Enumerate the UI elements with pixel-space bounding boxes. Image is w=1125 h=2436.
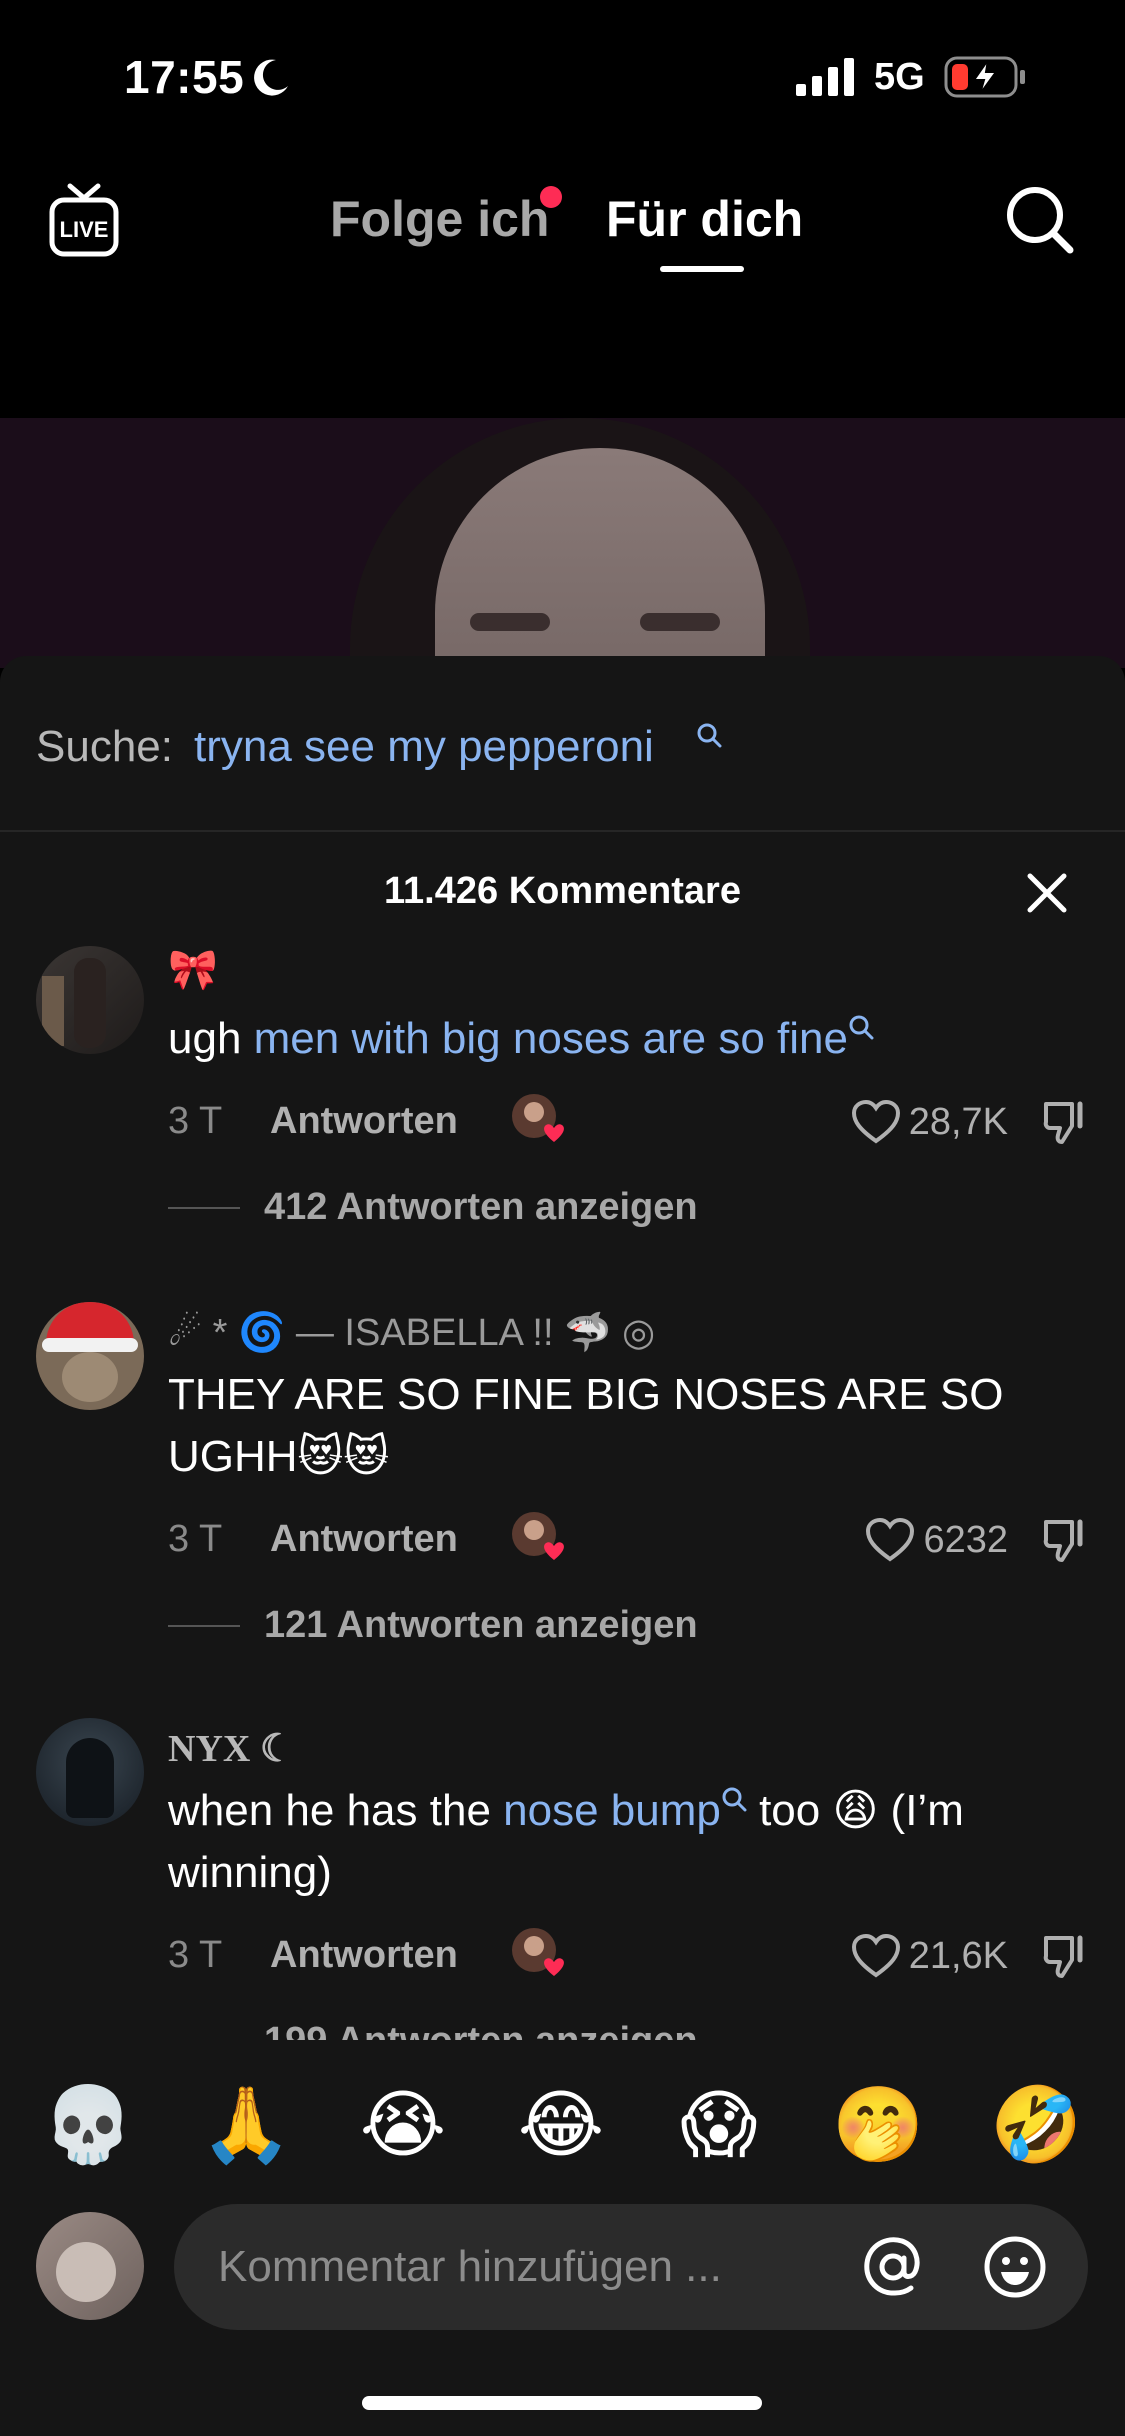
comment-input[interactable] (218, 2204, 818, 2330)
view-replies-button[interactable]: 412 Antworten anzeigen (168, 1182, 868, 1232)
heart-icon (866, 1517, 915, 1562)
comment-text-part: when he has the (168, 1786, 504, 1835)
divider-line (168, 1207, 240, 1209)
emoji-loudly-crying[interactable]: 😭 (358, 2080, 448, 2170)
battery-low-charging-icon (944, 56, 1025, 98)
comment-text-part: THEY ARE SO FINE BIG NOSES ARE SO UGHH😻😻 (168, 1370, 1004, 1481)
comment-text: ugh men with big noses are so fine (168, 1008, 1068, 1070)
comment-time: 3 T (168, 1934, 223, 1976)
comments-count: 11.426 Kommentare (384, 870, 741, 912)
creator-liked-icon (512, 1512, 564, 1560)
view-replies-button[interactable]: 121 Antworten anzeigen (168, 1600, 868, 1650)
like-button[interactable]: 6232 (865, 1516, 1008, 1564)
like-count: 6232 (923, 1518, 1008, 1561)
search-mini-icon (849, 1015, 874, 1040)
emoji-hand-over-mouth[interactable]: 🤭 (832, 2080, 924, 2170)
search-suggestion-prefix: Suche: (36, 722, 173, 771)
comment-username[interactable]: ☄ * 🌀 — ISABELLA !! 🦈 ◎ (168, 1310, 655, 1355)
avatar[interactable] (36, 1302, 144, 1410)
reply-button[interactable]: Antworten (270, 1518, 458, 1561)
moon-icon (254, 59, 288, 96)
dislike-icon[interactable] (1040, 1932, 1088, 1980)
comment-meta: 3 T Antworten 21,6K (168, 1926, 1088, 1986)
video-preview[interactable] (0, 418, 1125, 668)
top-navigation: LIVE Folge ich Für dich (0, 150, 1125, 420)
emoji-screaming[interactable]: 😱 (674, 2080, 764, 2170)
creator-liked-icon (512, 1094, 564, 1142)
network-label: 5G (874, 56, 925, 98)
search-suggestion-term[interactable]: tryna see my pepperoni (194, 722, 654, 772)
divider-line (168, 1625, 240, 1627)
view-replies-label: 121 Antworten anzeigen (264, 1604, 698, 1646)
search-icon[interactable] (1004, 184, 1076, 256)
like-count: 21,6K (908, 1934, 1008, 1977)
comment-text-part: ugh (168, 1014, 254, 1063)
status-bar: 17:55 5G (0, 0, 1125, 150)
reply-button[interactable]: Antworten (270, 1934, 458, 1977)
search-suggestion[interactable]: Suche: tryna see my pepperoni (0, 656, 1125, 832)
svg-text:LIVE: LIVE (60, 217, 109, 242)
like-button[interactable]: 28,7K (851, 1098, 1008, 1146)
like-button[interactable]: 21,6K (851, 1932, 1008, 1980)
tab-for-you[interactable]: Für dich (606, 190, 803, 248)
live-icon[interactable]: LIVE (48, 182, 120, 258)
creator-liked-icon (512, 1928, 564, 1976)
signal-icon (796, 58, 854, 96)
close-icon[interactable] (1026, 872, 1068, 914)
comment-search-link[interactable]: nose bump (503, 1786, 721, 1835)
comment-meta: 3 T Antworten 6232 (168, 1510, 1088, 1570)
quick-emoji-row: 💀 🙏 😭 😂 😱 🤭 🤣 (0, 2080, 1125, 2180)
emoji-tears-of-joy[interactable]: 😂 (516, 2080, 606, 2170)
emoji-picker-icon[interactable] (982, 2234, 1048, 2300)
search-mini-icon (697, 723, 722, 748)
heart-icon (851, 1933, 900, 1978)
active-tab-indicator (660, 266, 744, 272)
video-subject-brow (640, 613, 720, 631)
comment-time: 3 T (168, 1518, 223, 1560)
comment-time: 3 T (168, 1100, 223, 1142)
heart-icon (851, 1099, 900, 1144)
home-indicator[interactable] (362, 2396, 762, 2410)
mention-icon[interactable] (860, 2234, 926, 2300)
search-mini-icon (722, 1787, 747, 1812)
comment-text: THEY ARE SO FINE BIG NOSES ARE SO UGHH😻😻 (168, 1364, 1068, 1488)
emoji-rolling-laughing[interactable]: 🤣 (990, 2080, 1082, 2170)
comment-meta: 3 T Antworten 28,7K (168, 1092, 1088, 1152)
reply-button[interactable]: Antworten (270, 1100, 458, 1143)
emoji-folded-hands[interactable]: 🙏 (200, 2080, 292, 2170)
comment-text: when he has the nose bump too 😩 (I’m win… (168, 1780, 1068, 1904)
video-subject-brow (470, 613, 550, 631)
emoji-skull[interactable]: 💀 (42, 2080, 134, 2170)
tab-following[interactable]: Folge ich (330, 190, 549, 248)
dislike-icon[interactable] (1040, 1098, 1088, 1146)
like-count: 28,7K (908, 1100, 1008, 1143)
view-replies-label: 412 Antworten anzeigen (264, 1186, 698, 1228)
avatar[interactable] (36, 946, 144, 1054)
comment-username[interactable]: NYX ☾ (168, 1726, 294, 1771)
current-user-avatar (36, 2212, 144, 2320)
comment-input-container (174, 2204, 1088, 2330)
dislike-icon[interactable] (1040, 1516, 1088, 1564)
comment-search-link[interactable]: men with big noses are so fine (254, 1014, 848, 1063)
comment-composer: 💀 🙏 😭 😂 😱 🤭 🤣 (0, 2040, 1125, 2436)
avatar[interactable] (36, 1718, 144, 1826)
notification-dot (540, 186, 562, 208)
comment-username[interactable]: 🎀 (168, 946, 218, 993)
status-time: 17:55 (124, 51, 245, 103)
